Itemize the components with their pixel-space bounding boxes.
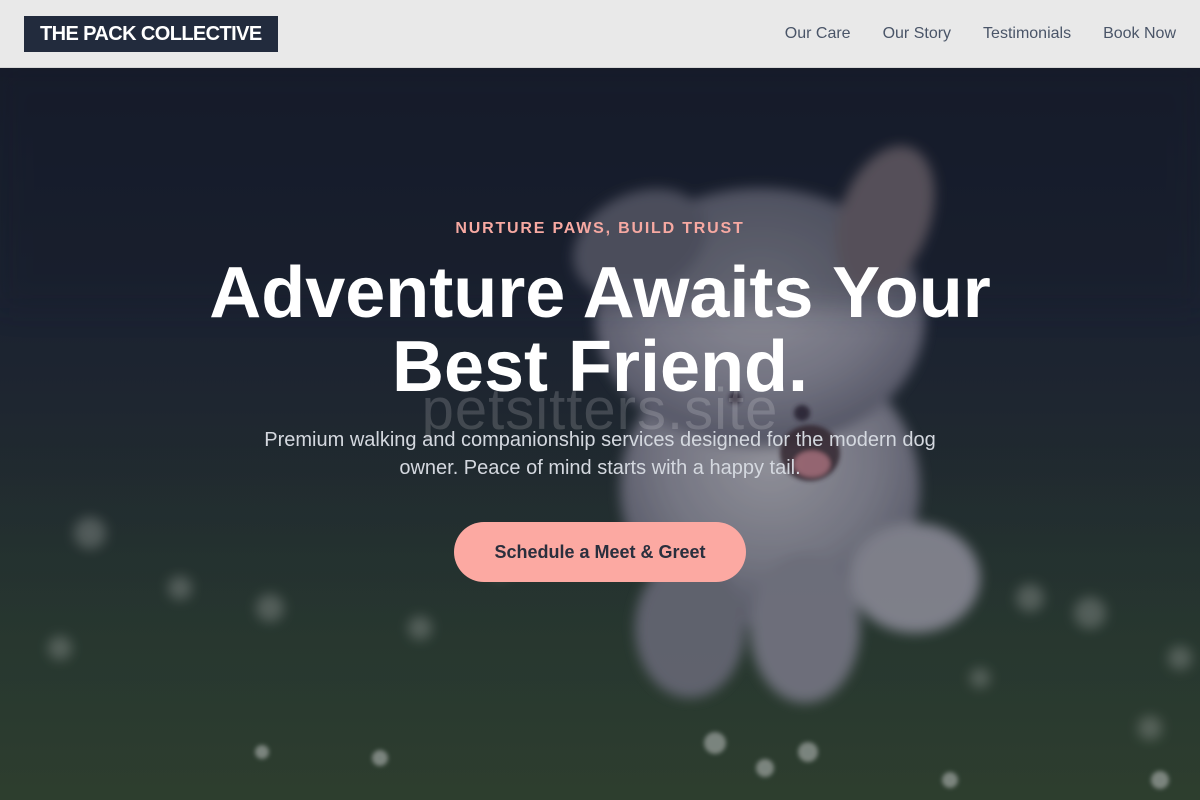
site-header: THE PACK COLLECTIVE Our Care Our Story T… bbox=[0, 0, 1200, 68]
main-nav: Our Care Our Story Testimonials Book Now bbox=[785, 0, 1176, 68]
hero-subtext: Premium walking and companionship servic… bbox=[264, 429, 936, 479]
nav-link-testimonials[interactable]: Testimonials bbox=[983, 25, 1071, 43]
nav-link-book-now[interactable]: Book Now bbox=[1103, 25, 1176, 43]
schedule-meet-greet-button[interactable]: Schedule a Meet & Greet bbox=[454, 522, 746, 582]
hero-headline-line-2: Best Friend. bbox=[391, 327, 809, 407]
site-logo[interactable]: THE PACK COLLECTIVE bbox=[24, 16, 278, 52]
hero-eyebrow: NURTURE PAWS, BUILD TRUST bbox=[455, 220, 745, 237]
hero-headline: Adventure Awaits Your Best Friend. bbox=[150, 256, 1050, 404]
nav-link-our-story[interactable]: Our Story bbox=[883, 25, 951, 43]
nav-link-our-care[interactable]: Our Care bbox=[785, 25, 851, 43]
hero-headline-line-1: Adventure Awaits Your bbox=[209, 253, 991, 333]
